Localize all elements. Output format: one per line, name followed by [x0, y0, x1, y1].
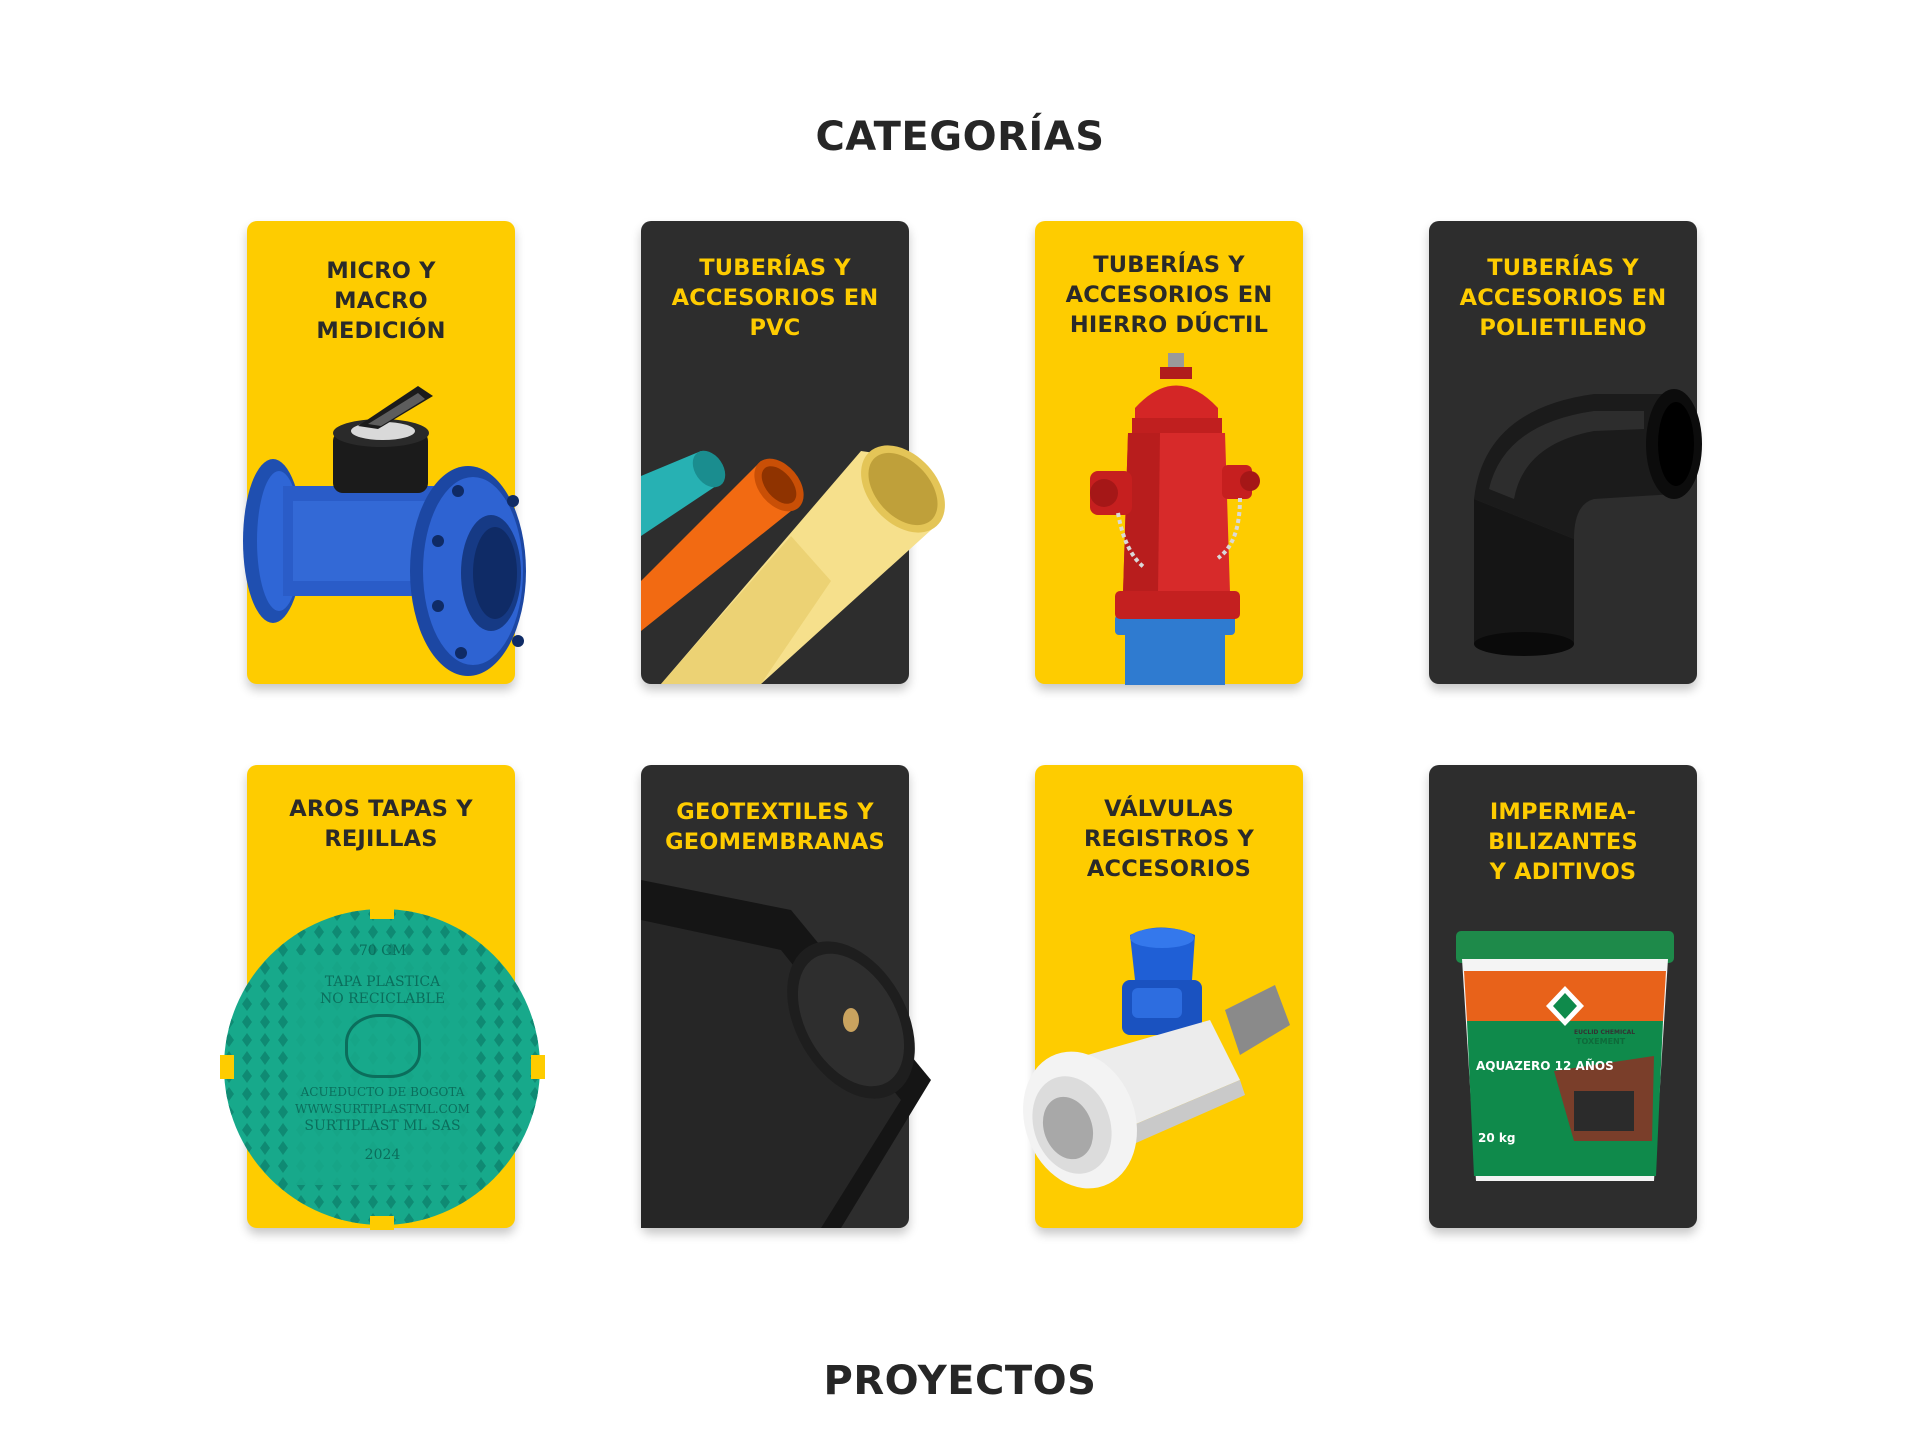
category-title: AROS TAPAS Y REJILLAS — [289, 796, 473, 852]
category-card-pvc[interactable]: TUBERÍAS Y ACCESORIOS EN PVC — [641, 221, 945, 684]
waterproofing-bucket-image: EUCLID CHEMICAL TOXEMENT AQUAZERO 12 AÑO… — [1454, 931, 1676, 1186]
categorias-heading: CATEGORÍAS — [815, 114, 1105, 160]
bucket-weight: 20 kg — [1478, 1131, 1516, 1145]
bucket-brand-sub: EUCLID CHEMICAL — [1574, 1029, 1636, 1036]
manhole-cover-text: 70 CM TAPA PLASTICA NO RECICLABLE ACUEDU… — [295, 943, 470, 1163]
frog-logo-icon — [344, 1014, 421, 1078]
category-card-valvulas[interactable]: VÁLVULAS REGISTROS Y ACCESORIOS — [1023, 765, 1303, 1228]
ball-valve-image — [1010, 920, 1310, 1210]
water-meter-image — [233, 386, 533, 691]
category-card-polietileno[interactable]: TUBERÍAS Y ACCESORIOS EN POLIETILENO — [1429, 221, 1702, 684]
manhole-cover-image: 70 CM TAPA PLASTICA NO RECICLABLE ACUEDU… — [220, 905, 545, 1230]
geotextile-roll-image — [641, 880, 941, 1228]
category-title: TUBERÍAS Y ACCESORIOS EN PVC — [671, 255, 879, 341]
category-title: GEOTEXTILES Y GEOMEMBRANAS — [665, 799, 885, 855]
fire-hydrant-image — [1090, 353, 1270, 685]
category-title: TUBERÍAS Y ACCESORIOS EN HIERRO DÚCTIL — [1065, 252, 1273, 338]
category-card-aros-tapas-rejillas[interactable]: AROS TAPAS Y REJILLAS 70 CM TAPA PLASTIC… — [220, 765, 545, 1230]
category-card-micro-macro-medicion[interactable]: MICRO Y MACRO MEDICIÓN — [243, 221, 526, 684]
category-title: VÁLVULAS REGISTROS Y ACCESORIOS — [1083, 796, 1255, 882]
category-title: MICRO Y MACRO MEDICIÓN — [316, 258, 446, 344]
category-title: TUBERÍAS Y ACCESORIOS EN POLIETILENO — [1459, 255, 1667, 341]
proyectos-heading: PROYECTOS — [823, 1358, 1097, 1404]
bucket-brand: TOXEMENT — [1576, 1037, 1626, 1046]
category-card-hierro-ductil[interactable]: TUBERÍAS Y ACCESORIOS EN HIERRO DÚCTIL — [1035, 221, 1303, 685]
pvc-pipes-image — [641, 441, 956, 684]
category-title: IMPERMEA- BILIZANTES Y ADITIVOS — [1488, 799, 1638, 885]
category-card-geotextiles[interactable]: GEOTEXTILES Y GEOMEMBRANAS — [641, 765, 931, 1228]
category-card-impermeabilizantes[interactable]: IMPERMEA- BILIZANTES Y ADITIVOS EUCLID C… — [1429, 765, 1697, 1228]
bucket-product-name: AQUAZERO 12 AÑOS — [1476, 1059, 1614, 1073]
polyethylene-elbow-image — [1444, 389, 1714, 659]
